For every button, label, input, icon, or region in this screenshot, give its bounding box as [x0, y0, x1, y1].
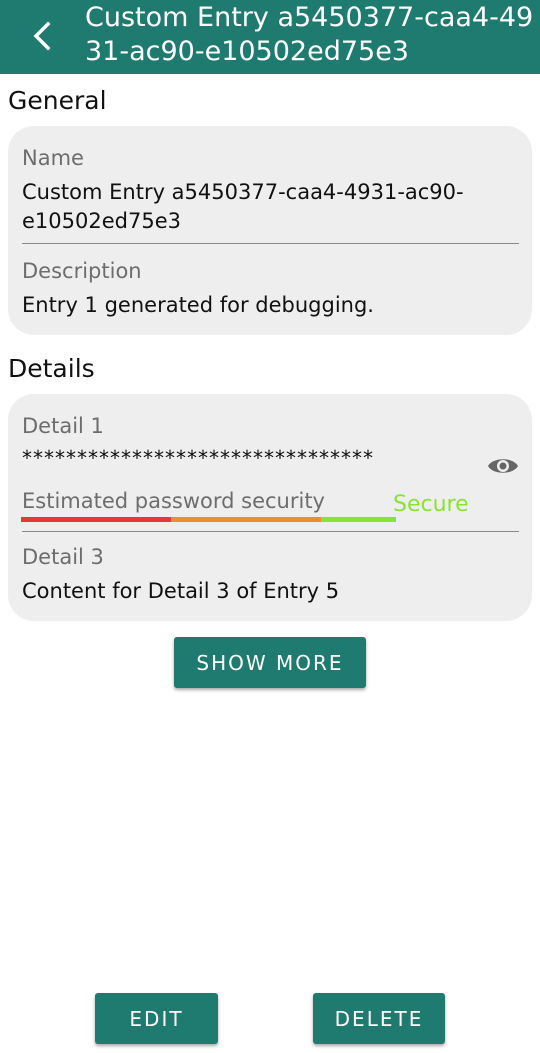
details-heading: Details — [8, 354, 95, 383]
page-title: Custom Entry a5450377-caa4-4931-ac90-e10… — [85, 2, 534, 67]
show-more-button[interactable]: SHOW MORE — [174, 637, 366, 688]
description-label: Description — [22, 259, 142, 283]
general-card: Name Custom Entry a5450377-caa4-4931-ac9… — [8, 126, 532, 335]
detail-1-divider — [22, 531, 519, 532]
back-button[interactable] — [22, 16, 62, 56]
password-strength-label: Estimated password security — [22, 489, 325, 513]
password-strength-value: Secure — [393, 492, 469, 517]
detail-3-label: Detail 3 — [22, 545, 104, 569]
strength-bar-strong — [321, 517, 396, 522]
toggle-visibility-button[interactable] — [486, 452, 520, 480]
strength-bar-weak — [21, 517, 171, 522]
general-heading: General — [8, 86, 107, 115]
edit-button[interactable]: EDIT — [95, 993, 218, 1044]
app-bar: Custom Entry a5450377-caa4-4931-ac90-e10… — [0, 0, 540, 74]
name-label: Name — [22, 146, 84, 170]
description-field[interactable]: Entry 1 generated for debugging. — [22, 291, 374, 320]
detail-1-password-field[interactable]: ******************************** — [22, 444, 374, 473]
name-divider — [22, 243, 519, 244]
eye-icon — [488, 459, 518, 473]
details-card: Detail 1 *******************************… — [8, 394, 532, 621]
delete-button[interactable]: DELETE — [313, 993, 445, 1044]
name-field[interactable]: Custom Entry a5450377-caa4-4931-ac90-e10… — [22, 178, 522, 236]
strength-bar-medium — [171, 517, 321, 522]
detail-1-label: Detail 1 — [22, 414, 104, 438]
detail-3-field[interactable]: Content for Detail 3 of Entry 5 — [22, 577, 339, 606]
chevron-left-icon — [33, 21, 51, 51]
